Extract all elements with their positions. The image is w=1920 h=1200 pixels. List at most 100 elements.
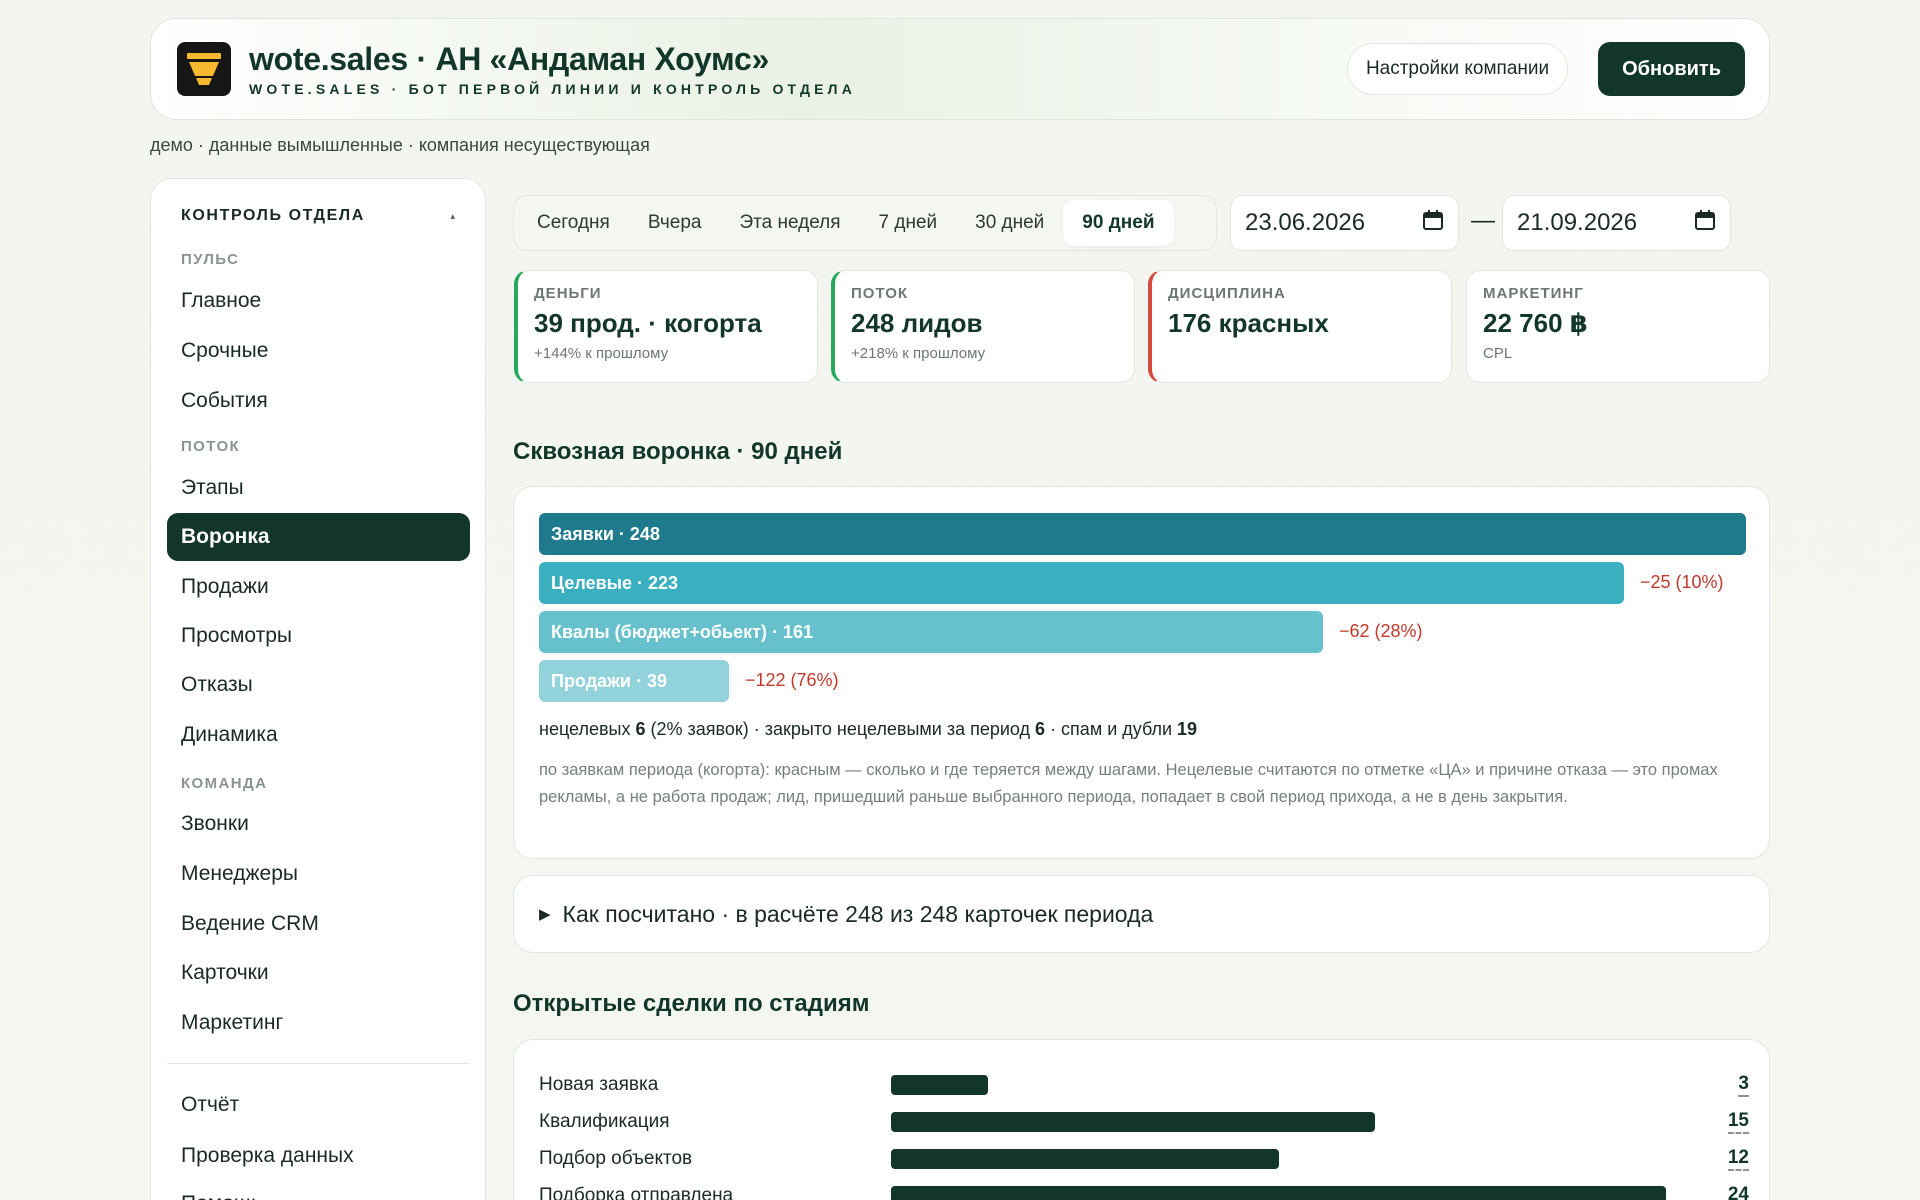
kpi-label: ДЕНЬГИ (534, 285, 602, 302)
kpi-value: 39 прод. · когорта (534, 308, 762, 338)
demo-note: демо · данные вымышленные · компания нес… (150, 135, 650, 155)
how-calculated-label: Как посчитано · в расчёте 248 из 248 кар… (562, 900, 1154, 927)
sidebar-item-data-check[interactable]: Проверка данных (167, 1132, 470, 1180)
stage-bar (891, 1149, 1279, 1169)
date-to-value: 21.09.2026 (1517, 209, 1638, 236)
stage-label: Квалификация (539, 1111, 670, 1132)
stage-count-link[interactable]: 15 (1727, 1110, 1749, 1134)
kpi-note: +144% к прошлому (534, 345, 669, 362)
sidebar-divider (167, 1063, 470, 1064)
stats-text: (2% заявок) · закрыто нецелевыми за пери… (645, 719, 1036, 739)
funnel-note: по заявкам периода (когорта): красным — … (539, 761, 1718, 806)
kpi-card-flow[interactable]: ПОТОК 248 лидов +218% к прошлому (831, 270, 1135, 383)
stage-bar (891, 1075, 988, 1095)
period-selector: Сегодня Вчера Эта неделя 7 дней 30 дней … (513, 195, 1217, 251)
stats-text: · спам и дубли (1045, 719, 1178, 739)
sidebar-item-report[interactable]: Отчёт (167, 1081, 470, 1129)
app-title: wote.sales · АН «Андаман Хоумс» (249, 41, 769, 77)
refresh-button[interactable]: Обновить (1598, 42, 1745, 96)
expand-triangle-icon: ▶ (539, 906, 551, 923)
date-to-input[interactable]: 21.09.2026 (1502, 195, 1731, 251)
period-90-days[interactable]: 90 дней (1063, 200, 1174, 246)
sidebar-item-stages[interactable]: Этапы (167, 464, 470, 512)
kpi-value: 248 лидов (851, 308, 983, 338)
period-today[interactable]: Сегодня (518, 200, 629, 246)
stage-row[interactable]: Подбор объектов 12 (539, 1145, 1749, 1175)
stage-label: Новая заявка (539, 1074, 659, 1095)
sidebar-item-refusals[interactable]: Отказы (167, 661, 470, 709)
collapse-caret-icon[interactable]: ▴ (450, 211, 455, 222)
sidebar-item-crm[interactable]: Ведение CRM (167, 900, 470, 948)
date-from-value: 23.06.2026 (1245, 209, 1366, 236)
period-7-days[interactable]: 7 дней (860, 200, 957, 246)
stage-bar (891, 1112, 1375, 1132)
sidebar-item-help[interactable]: Помощь (167, 1180, 470, 1200)
funnel-loss-label: −25 (10%) (1640, 572, 1724, 592)
kpi-label: ДИСЦИПЛИНА (1168, 285, 1286, 302)
kpi-card-discipline[interactable]: ДИСЦИПЛИНА 176 красных (1148, 270, 1452, 383)
stage-count-link[interactable]: 12 (1727, 1147, 1749, 1171)
funnel-loss-label: −122 (76%) (745, 670, 839, 690)
funnel-title: Сквозная воронка · 90 дней (513, 438, 843, 465)
sidebar-item-sales[interactable]: Продажи (167, 563, 470, 611)
funnel-loss-label: −62 (28%) (1339, 621, 1423, 641)
sidebar-item-managers[interactable]: Менеджеры (167, 850, 470, 898)
funnel-card: нецелевых 6 (2% заявок) · закрыто нецеле… (513, 486, 1770, 859)
sidebar-item-events[interactable]: События (167, 377, 470, 425)
funnel-logo-icon (177, 42, 231, 96)
funnel-bar[interactable]: Продажи · 39 (539, 660, 729, 702)
stages-title: Открытые сделки по стадиям (513, 990, 870, 1017)
stage-bar (891, 1186, 1666, 1200)
sidebar-title: КОНТРОЛЬ ОТДЕЛА (181, 207, 365, 224)
sidebar-item-main[interactable]: Главное (167, 277, 470, 325)
sidebar: КОНТРОЛЬ ОТДЕЛА ▴ ПУЛЬС Главное Срочные … (150, 178, 486, 1200)
calendar-icon[interactable] (1694, 209, 1716, 238)
sidebar-item-viewings[interactable]: Просмотры (167, 612, 470, 660)
sidebar-group-pulse: ПУЛЬС (181, 251, 240, 268)
kpi-note: CPL (1483, 345, 1513, 362)
calendar-icon[interactable] (1422, 209, 1444, 238)
sidebar-group-team: КОМАНДА (181, 775, 268, 792)
kpi-label: ПОТОК (851, 285, 909, 302)
sidebar-header[interactable]: КОНТРОЛЬ ОТДЕЛА ▴ (181, 207, 455, 225)
period-this-week[interactable]: Эта неделя (720, 200, 859, 246)
funnel-stats: нецелевых 6 (2% заявок) · закрыто нецеле… (539, 719, 1197, 740)
kpi-value: 176 красных (1168, 308, 1329, 338)
sidebar-item-funnel[interactable]: Воронка (167, 513, 470, 561)
stats-closed-nontarget-count: 6 (1035, 719, 1046, 739)
stage-label: Подборка отправлена (539, 1185, 734, 1200)
kpi-value: 22 760 ฿ (1483, 308, 1588, 338)
funnel-bar[interactable]: Целевые · 223 (539, 562, 1624, 604)
period-yesterday[interactable]: Вчера (629, 200, 721, 246)
stage-row[interactable]: Подборка отправлена 24 (539, 1182, 1749, 1200)
kpi-card-money[interactable]: ДЕНЬГИ 39 прод. · когорта +144% к прошло… (514, 270, 818, 383)
how-calculated-toggle[interactable]: ▶ Как посчитано · в расчёте 248 из 248 к… (513, 875, 1770, 953)
sidebar-item-marketing[interactable]: Маркетинг (167, 999, 470, 1047)
stats-spam-count: 19 (1177, 719, 1198, 739)
sidebar-item-cards[interactable]: Карточки (167, 949, 470, 997)
stage-row[interactable]: Квалификация 15 (539, 1108, 1749, 1138)
app-header: wote.sales · АН «Андаман Хоумс» WOTE.SAL… (150, 18, 1770, 120)
app-subtitle: WOTE.SALES · БОТ ПЕРВОЙ ЛИНИИ И КОНТРОЛЬ… (249, 81, 857, 97)
stage-count-link[interactable]: 3 (1738, 1073, 1749, 1097)
kpi-label: МАРКЕТИНГ (1483, 285, 1584, 302)
funnel-bar[interactable]: Квалы (бюджет+обьект) · 161 (539, 611, 1323, 653)
sidebar-group-flow: ПОТОК (181, 438, 241, 455)
company-settings-button[interactable]: Настройки компании (1346, 43, 1569, 95)
kpi-note: +218% к прошлому (851, 345, 986, 362)
stage-label: Подбор объектов (539, 1148, 693, 1169)
kpi-card-marketing[interactable]: МАРКЕТИНГ 22 760 ฿ CPL (1466, 270, 1770, 383)
date-range-separator: — (1471, 207, 1495, 234)
date-from-input[interactable]: 23.06.2026 (1230, 195, 1459, 251)
funnel-bar[interactable]: Заявки · 248 (539, 513, 1746, 555)
stages-card: Новая заявка 3 Квалификация 15 Подбор объект… (513, 1039, 1770, 1200)
sidebar-item-calls[interactable]: Звонки (167, 800, 470, 848)
stats-text: нецелевых (539, 719, 636, 739)
stage-count-link[interactable]: 24 (1728, 1184, 1749, 1200)
stage-row[interactable]: Новая заявка 3 (539, 1071, 1749, 1101)
stats-nontarget-count: 6 (635, 719, 646, 739)
sidebar-item-urgent[interactable]: Срочные (167, 327, 470, 375)
sidebar-item-dynamics[interactable]: Динамика (167, 711, 470, 759)
period-30-days[interactable]: 30 дней (956, 200, 1063, 246)
brand-block: wote.sales · АН «Андаман Хоумс» WOTE.SAL… (249, 41, 856, 97)
